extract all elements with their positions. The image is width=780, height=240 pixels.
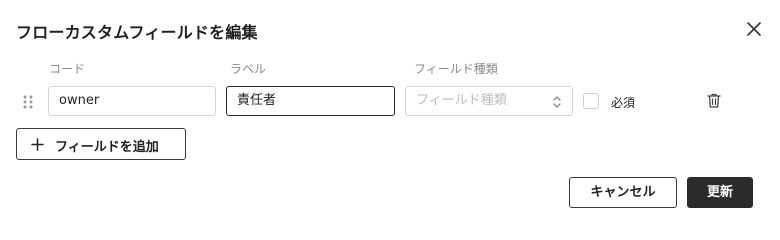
trash-icon (707, 93, 721, 108)
required-label: 必須 (611, 96, 636, 110)
column-header-type: フィールド種類 (414, 62, 498, 76)
chevron-up-down-icon (553, 96, 561, 108)
edit-custom-field-dialog: フローカスタムフィールドを編集 コード ラベル フィールド種類 owner 責任… (0, 0, 780, 224)
column-header-label: ラベル (230, 62, 267, 76)
label-input[interactable]: 責任者 (226, 86, 395, 116)
drag-handle[interactable] (21, 93, 35, 111)
field-type-placeholder: フィールド種類 (416, 93, 507, 108)
add-field-label: フィールドを追加 (55, 140, 159, 155)
column-header-code: コード (49, 62, 86, 76)
delete-field-button[interactable] (706, 92, 722, 109)
cancel-button[interactable]: キャンセル (569, 177, 677, 208)
add-field-button[interactable]: フィールドを追加 (16, 128, 186, 160)
close-icon (747, 22, 761, 36)
plus-icon (31, 138, 44, 151)
dialog-title: フローカスタムフィールドを編集 (16, 23, 258, 42)
required-checkbox[interactable] (583, 93, 599, 109)
code-input[interactable]: owner (48, 86, 216, 116)
update-button[interactable]: 更新 (687, 177, 753, 208)
field-type-select[interactable]: フィールド種類 (405, 86, 573, 116)
drag-handle-icon (23, 95, 33, 109)
close-button[interactable] (743, 18, 765, 40)
